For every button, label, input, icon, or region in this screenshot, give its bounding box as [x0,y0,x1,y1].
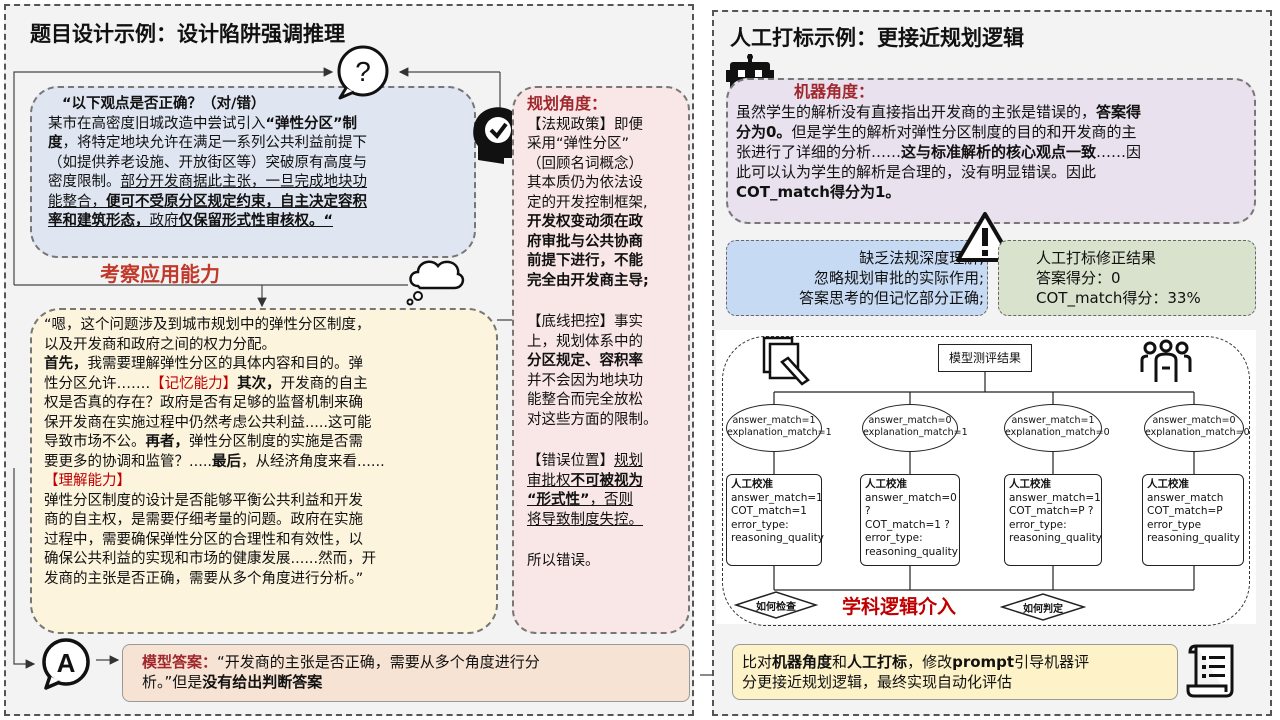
result-2-title: 人工校准 [865,478,907,490]
result-1-a: answer_match=1 [731,491,823,504]
result-4-c: error_type [1147,518,1202,531]
result-2-d: reasoning_quality [865,545,958,558]
result-2-c: error_type: [865,532,923,544]
result-4-d: reasoning_quality [1147,532,1240,544]
result-box-4: 人工校准 answer_match COT_match=P error_type… [1142,474,1244,566]
conclusion-p3: ，修改 [907,653,953,671]
result-1-title: 人工校准 [731,478,773,490]
check-diamond: 如何检查 [734,590,818,620]
result-1-b: COT_match=1 [731,505,807,517]
conclusion-p2: 和 [832,653,848,671]
conclusion-text: 比对机器角度和人工打标，修改prompt引导机器评 分更接近规划逻辑，最终实现自… [742,653,1176,692]
flow-oval-3: answer_match=1 explanation_match=0 [1004,404,1110,452]
oval-2-b: explanation_match=1 [863,427,968,438]
result-box-2: 人工校准 answer_match=0 ? COT_match=1 ? erro… [860,474,960,566]
result-4-title: 人工校准 [1147,478,1189,490]
judge-diamond: 如何判定 [1000,592,1086,622]
scroll-list-icon [1186,640,1242,700]
oval-2-a: answer_match=0 [868,415,952,426]
conclusion-p1: 比对 [742,653,773,671]
result-3-c: error_type: [1009,518,1067,531]
flow-oval-2: answer_match=0 explanation_match=1 [862,404,968,452]
result-1-d: reasoning_quality [731,532,824,544]
result-2-a: answer_match=0 ? [865,491,957,518]
flow-oval-1: answer_match=1 explanation_match=1 [726,404,832,452]
result-box-1: 人工校准 answer_match=1 COT_match=1 error_ty… [726,474,824,566]
result-3-d: reasoning_quality [1009,532,1102,544]
flow-top-box: 模型测评结果 [938,344,1032,372]
oval-4-a: answer_match=0 [1152,415,1236,426]
conclusion-human: 人工打标 [847,653,908,671]
result-1-c: error_type: [731,518,789,531]
conclusion-line-2: 分更接近规划逻辑，最终实现自动化评估 [742,672,1013,691]
result-2-b: COT_match=1 ? [865,518,950,531]
result-3-title: 人工校准 [1009,478,1051,490]
check-label: 如何检查 [756,602,796,613]
conclusion-p4: 引导机器评 [1014,653,1090,671]
result-4-a: answer_match [1147,491,1224,504]
flow-oval-4: answer_match=0 explanation_match=0 [1144,404,1250,452]
oval-3-b: explanation_match=0 [1005,427,1110,438]
oval-1-a: answer_match=1 [732,415,816,426]
result-3-b: COT_match=P ? [1009,505,1094,517]
oval-3-a: answer_match=1 [1011,415,1095,426]
people-icon [1140,338,1192,386]
oval-4-b: explanation_match=0 [1145,427,1250,438]
result-box-3: 人工校准 answer_match=1 COT_match=P ? error_… [1004,474,1102,566]
result-4-b: COT_match=P [1147,505,1223,517]
oval-1-b: explanation_match=1 [727,427,832,438]
conclusion-prompt: prompt [952,653,1015,671]
document-edit-icon [762,336,810,388]
result-3-a: answer_match=1 [1009,491,1101,504]
logic-label: 学科逻辑介入 [842,596,957,618]
conclusion-machine: 机器角度 [772,653,833,671]
flow-lines [773,372,1195,591]
judge-label: 如何判定 [1023,604,1063,615]
